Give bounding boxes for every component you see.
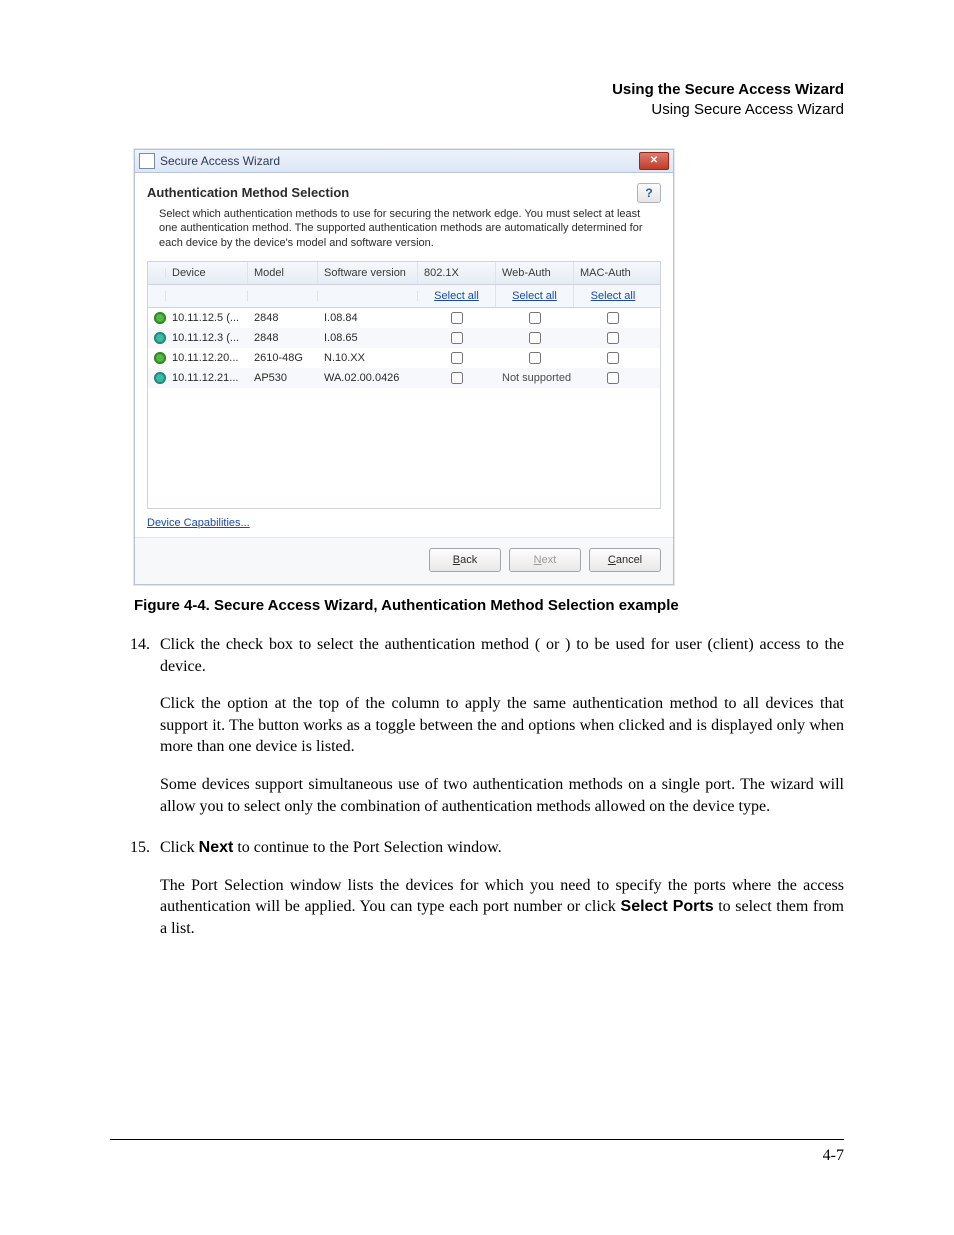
cell-model: 2848 [248, 308, 318, 328]
running-header-subtitle: Using Secure Access Wizard [110, 100, 844, 120]
step-number: 14. [110, 634, 150, 833]
checkbox-c8021x[interactable] [451, 352, 463, 364]
col-webauth[interactable]: Web-Auth [496, 262, 574, 284]
device-table: Device Model Software version 802.1X Web… [147, 261, 661, 509]
table-row: 10.11.12.21...AP530WA.02.00.0426 Not supp… [148, 368, 660, 388]
running-header: Using the Secure Access Wizard Using Sec… [110, 80, 844, 121]
cell-sw: I.08.84 [318, 308, 418, 328]
paragraph: Click the check box to select the authen… [160, 634, 844, 677]
not-supported-label: Not supported [496, 368, 574, 388]
select-all-macauth[interactable]: Select all [591, 290, 636, 302]
next-accel: N [534, 554, 542, 566]
select-all-webauth[interactable]: Select all [512, 290, 557, 302]
status-icon [154, 352, 166, 364]
device-table-subheader: Select all Select all Select all [148, 285, 660, 308]
step-body: Click the check box to select the authen… [160, 634, 844, 833]
cell-sw: WA.02.00.0426 [318, 368, 418, 388]
footer-rule [110, 1139, 844, 1140]
step-number: 15. [110, 837, 150, 955]
cell-device: 10.11.12.21... [166, 368, 248, 388]
cell-device: 10.11.12.20... [166, 348, 248, 368]
help-button[interactable]: ? [637, 183, 661, 203]
checkbox-webauth[interactable] [529, 312, 541, 324]
table-row: 10.11.12.3 (...2848I.08.65 [148, 328, 660, 348]
wizard-button-row: Back Next Cancel [135, 537, 673, 584]
paragraph: The Port Selection window lists the devi… [160, 875, 844, 940]
status-icon [154, 312, 166, 324]
cell-sw: N.10.XX [318, 348, 418, 368]
step-item: 15. Click Next to continue to the Port Se… [110, 837, 844, 955]
device-table-header: Device Model Software version 802.1X Web… [148, 262, 660, 285]
step-item: 14.Click the check box to select the aut… [110, 634, 844, 833]
cancel-accel: C [608, 554, 616, 566]
checkbox-macauth[interactable] [607, 372, 619, 384]
page-number: 4-7 [823, 1147, 844, 1165]
status-icon [154, 332, 166, 344]
wizard-description: Select which authentication methods to u… [159, 207, 661, 252]
select-all-8021x[interactable]: Select all [434, 290, 479, 302]
close-button[interactable]: ✕ [639, 152, 669, 170]
step-body: Click Next to continue to the Port Selec… [160, 837, 844, 955]
figure-caption: Figure 4-4. Secure Access Wizard, Authen… [134, 597, 844, 614]
paragraph: Click the option at the top of the colum… [160, 693, 844, 758]
app-icon [139, 153, 155, 169]
cell-sw: I.08.65 [318, 328, 418, 348]
next-rest: ext [542, 554, 557, 566]
paragraph: Click Next to continue to the Port Selec… [160, 837, 844, 859]
checkbox-macauth[interactable] [607, 332, 619, 344]
wizard-window: Secure Access Wizard ✕ Authentication Me… [134, 149, 674, 586]
checkbox-macauth[interactable] [607, 312, 619, 324]
table-row: 10.11.12.5 (...2848I.08.84 [148, 308, 660, 328]
cancel-rest: ancel [616, 554, 642, 566]
table-empty-area [148, 388, 660, 508]
col-model[interactable]: Model [248, 262, 318, 284]
cancel-button[interactable]: Cancel [589, 548, 661, 572]
cell-device: 10.11.12.3 (... [166, 328, 248, 348]
back-button[interactable]: Back [429, 548, 501, 572]
col-8021x[interactable]: 802.1X [418, 262, 496, 284]
wizard-body: Authentication Method Selection ? Select… [135, 173, 673, 538]
device-capabilities-link[interactable]: Device Capabilities... [147, 509, 661, 531]
cell-model: 2610-48G [248, 348, 318, 368]
checkbox-macauth[interactable] [607, 352, 619, 364]
table-row: 10.11.12.20...2610-48GN.10.XX [148, 348, 660, 368]
status-icon [154, 372, 166, 384]
title-bar: Secure Access Wizard ✕ [135, 150, 673, 173]
cell-device: 10.11.12.5 (... [166, 308, 248, 328]
wizard-heading: Authentication Method Selection [147, 185, 349, 200]
col-swver[interactable]: Software version [318, 262, 418, 284]
checkbox-webauth[interactable] [529, 332, 541, 344]
checkbox-c8021x[interactable] [451, 332, 463, 344]
checkbox-c8021x[interactable] [451, 372, 463, 384]
paragraph: Some devices support simultaneous use of… [160, 774, 844, 817]
checkbox-c8021x[interactable] [451, 312, 463, 324]
cell-model: AP530 [248, 368, 318, 388]
col-macauth[interactable]: MAC-Auth [574, 262, 652, 284]
running-header-title: Using the Secure Access Wizard [110, 80, 844, 100]
next-button[interactable]: Next [509, 548, 581, 572]
col-device[interactable]: Device [166, 262, 248, 284]
back-accel: B [453, 554, 460, 566]
window-title: Secure Access Wizard [160, 154, 639, 168]
checkbox-webauth[interactable] [529, 352, 541, 364]
back-rest: ack [460, 554, 477, 566]
step-list: 14.Click the check box to select the aut… [110, 634, 844, 956]
cell-model: 2848 [248, 328, 318, 348]
